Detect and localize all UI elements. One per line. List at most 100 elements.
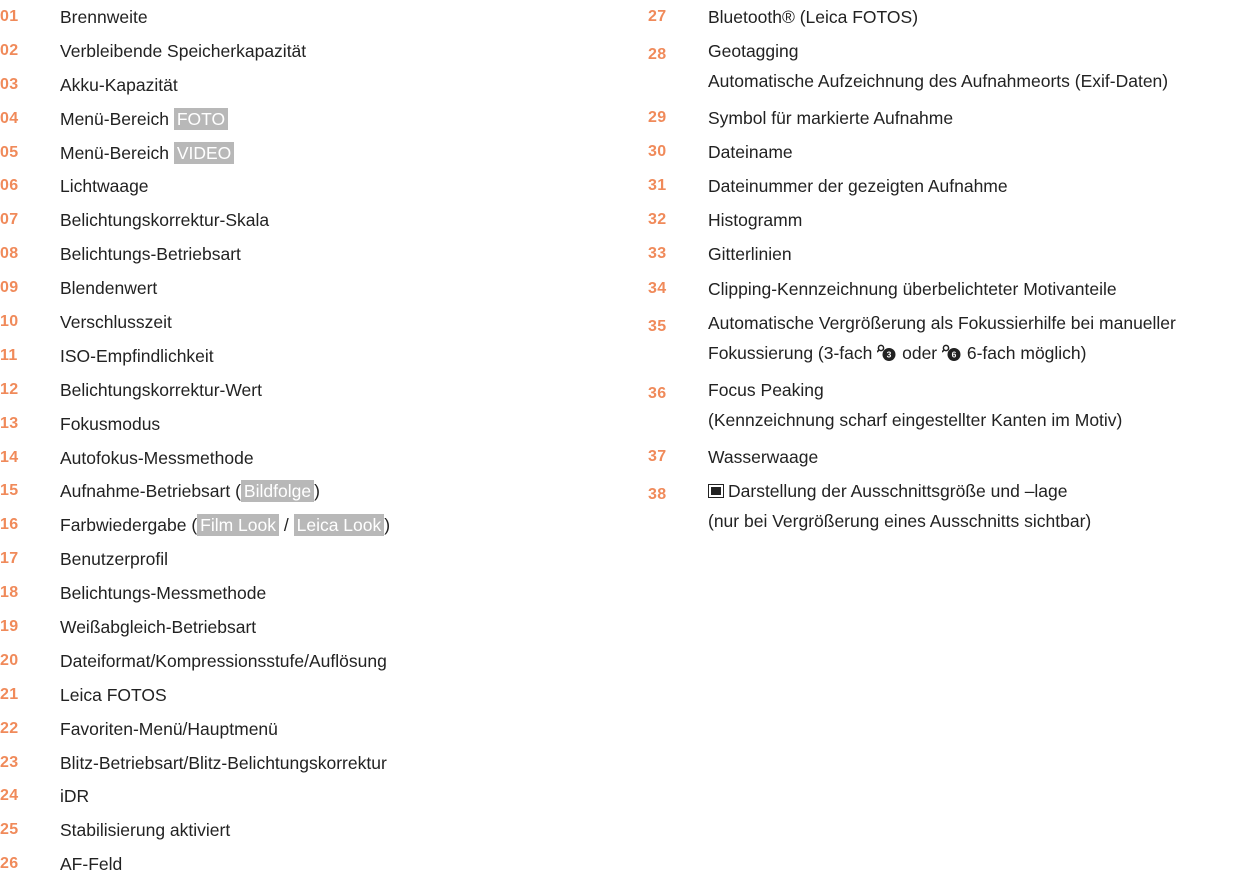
item-label: Belichtungskorrektur-Skala	[60, 210, 270, 231]
item-label: Blendenwert	[60, 278, 158, 299]
item-number: 34	[648, 279, 667, 297]
item-label: Belichtungskorrektur-Wert	[60, 379, 262, 400]
item-label: Menü-Bereich	[60, 108, 174, 129]
menu-tag: Film Look	[197, 514, 280, 537]
item-label: Geotagging	[708, 41, 799, 62]
svg-text:3: 3	[887, 349, 892, 359]
list-item: 34 Clipping-Kennzeichnung überbelichtete…	[648, 274, 1254, 304]
list-item: 23 Blitz-Betriebsart/Blitz-Belichtungskor…	[0, 748, 600, 778]
list-item: 21 Leica FOTOS	[0, 680, 600, 710]
item-label: Lichtwaage	[60, 176, 149, 197]
item-number: 06	[0, 177, 19, 195]
list-item: 33 Gitterlinien	[648, 239, 1254, 269]
item-number: 05	[0, 143, 19, 161]
item-number: 25	[0, 821, 19, 839]
item-text: 6-fach möglich)	[962, 342, 1087, 363]
item-label: Clipping-Kennzeichnung überbelichteter M…	[708, 278, 1117, 299]
item-number: 18	[0, 584, 19, 602]
list-item: 35 Automatische Vergrößerung als Fokussi…	[648, 308, 1254, 368]
item-suffix: )	[314, 481, 320, 502]
list-item: 04 Menü-Bereich FOTO	[0, 104, 600, 134]
item-label: Darstellung der Ausschnittsgröße und –la…	[708, 476, 1254, 506]
list-item: 28 Geotagging Automatische Aufzeichnung …	[648, 36, 1254, 96]
item-number: 20	[0, 651, 19, 669]
item-label: Benutzerprofil	[60, 549, 168, 570]
item-number: 37	[648, 447, 667, 465]
item-number: 29	[648, 109, 667, 127]
item-label: Dateinummer der gezeigten Aufnahme	[708, 176, 1008, 197]
menu-tag: VIDEO	[173, 141, 235, 164]
item-label: ISO-Empfindlichkeit	[60, 345, 214, 366]
list-item: 27 Bluetooth® (Leica FOTOS)	[648, 2, 1254, 32]
item-label: Verschlusszeit	[60, 312, 172, 333]
item-label: Belichtungs-Messmethode	[60, 583, 267, 604]
item-number: 33	[648, 245, 667, 263]
legend-right-column: 27 Bluetooth® (Leica FOTOS) 28 Geotaggin…	[648, 2, 1254, 543]
item-label: Leica FOTOS	[60, 684, 167, 705]
item-label: Autofokus-Messmethode	[60, 447, 254, 468]
item-number: 09	[0, 279, 19, 297]
item-label: AF-Feld	[60, 854, 123, 875]
svg-text:6: 6	[952, 349, 957, 359]
item-text: Darstellung der Ausschnittsgröße und –la…	[728, 480, 1068, 501]
item-label: Histogramm	[708, 210, 803, 231]
list-item: 02 Verbleibende Speicherkapazität	[0, 36, 600, 66]
item-number: 08	[0, 245, 19, 263]
item-label: Wasserwaage	[708, 446, 819, 467]
item-number: 13	[0, 414, 19, 432]
item-description: (nur bei Vergrößerung eines Ausschnitts …	[708, 510, 1092, 531]
list-item: 01 Brennweite	[0, 2, 600, 32]
list-item: 13 Fokusmodus	[0, 409, 600, 439]
list-item: 09 Blendenwert	[0, 273, 600, 303]
list-item: 25 Stabilisierung aktiviert	[0, 815, 600, 845]
item-description: Automatische Aufzeichnung des Aufnahmeor…	[708, 71, 1169, 92]
item-number: 01	[0, 8, 19, 25]
list-item: 20 Dateiformat/Kompressionsstufe/Auflösun…	[0, 646, 600, 676]
item-number: 15	[0, 482, 19, 500]
item-number: 32	[648, 211, 667, 229]
list-item: 10 Verschlusszeit	[0, 307, 600, 337]
item-number: 17	[0, 550, 19, 568]
item-label: Stabilisierung aktiviert	[60, 820, 231, 841]
item-number: 22	[0, 719, 19, 737]
menu-tag: Bildfolge	[240, 480, 315, 503]
item-number: 28	[648, 46, 667, 64]
item-number: 04	[0, 109, 19, 127]
item-number: 10	[0, 313, 19, 331]
item-number: 21	[0, 685, 19, 703]
list-item: 37 Wasserwaage	[648, 442, 1254, 472]
list-item: 08 Belichtungs-Betriebsart	[0, 239, 600, 269]
list-item: 22 Favoriten-Menü/Hauptmenü	[0, 714, 600, 744]
item-number: 27	[648, 8, 667, 25]
list-item: 17 Benutzerprofil	[0, 544, 600, 574]
item-number: 07	[0, 211, 19, 229]
item-label: Verbleibende Speicherkapazität	[60, 40, 307, 61]
list-item: 32 Histogramm	[648, 205, 1254, 235]
item-label: Gitterlinien	[708, 244, 792, 265]
item-label: Belichtungs-Betriebsart	[60, 244, 241, 265]
item-label: Dateiformat/Kompressionsstufe/Auflösung	[60, 650, 387, 671]
item-number: 11	[0, 346, 18, 364]
list-item: 36 Focus Peaking (Kennzeichnung scharf e…	[648, 375, 1254, 435]
item-number: 35	[648, 317, 667, 335]
item-label: Aufnahme-Betriebsart (	[60, 481, 241, 502]
list-item: 30 Dateiname	[648, 137, 1254, 167]
item-label: iDR	[60, 786, 90, 807]
list-item: 29 Symbol für markierte Aufnahme	[648, 103, 1254, 133]
item-number: 30	[648, 143, 667, 161]
item-description: (Kennzeichnung scharf eingestellter Kant…	[708, 409, 1123, 430]
list-item: 03 Akku-Kapazität	[0, 70, 600, 100]
list-item: 12 Belichtungskorrektur-Wert	[0, 375, 600, 405]
list-item: 05 Menü-Bereich VIDEO	[0, 138, 600, 168]
list-item: 18 Belichtungs-Messmethode	[0, 578, 600, 608]
list-item: 15 Aufnahme-Betriebsart (Bildfolge)	[0, 476, 600, 506]
item-label: Farbwiedergabe (	[60, 515, 198, 536]
list-item: 31 Dateinummer der gezeigten Aufnahme	[648, 171, 1254, 201]
list-item: 19 Weißabgleich-Betriebsart	[0, 612, 600, 642]
item-label: Menü-Bereich	[60, 142, 174, 163]
item-number: 16	[0, 516, 19, 534]
item-number: 14	[0, 448, 19, 466]
list-item: 07 Belichtungskorrektur-Skala	[0, 205, 600, 235]
item-label: Bluetooth® (Leica FOTOS)	[708, 7, 919, 27]
list-item: 38 Darstellung der Ausschnittsgröße und …	[648, 476, 1254, 536]
